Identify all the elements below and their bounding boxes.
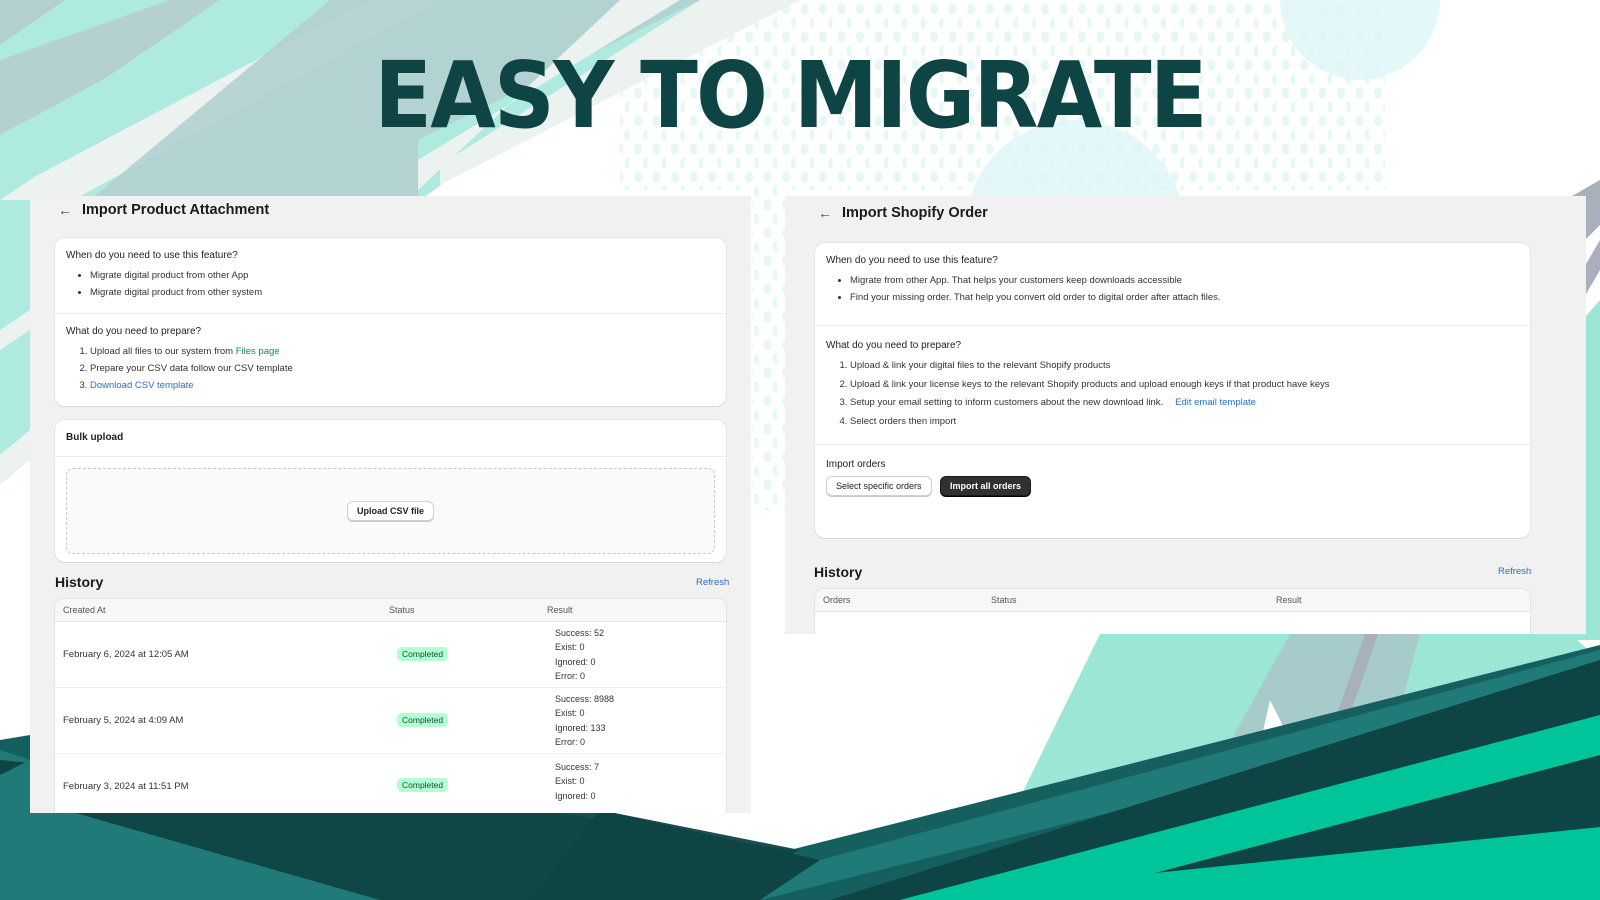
import-orders-title: Import orders xyxy=(826,459,886,470)
table-header: Created At Status Result xyxy=(55,599,726,622)
arrow-left-icon[interactable]: ← xyxy=(58,202,72,218)
info-card: When do you need to use this feature? Mi… xyxy=(815,243,1530,538)
info-card: When do you need to use this feature? Mi… xyxy=(55,238,726,406)
csv-dropzone[interactable]: Upload CSV file xyxy=(66,468,715,554)
status-badge: Completed xyxy=(397,713,449,727)
page-title: Import Product Attachment xyxy=(82,202,270,218)
result-cell: Success: 7 Exist: 0 Ignored: 0 xyxy=(555,762,600,801)
result-cell: Success: 52 Exist: 0 Ignored: 0 Error: 0 xyxy=(555,627,605,681)
headline: EASY TO MIGRATE xyxy=(374,42,1207,149)
prepare-step: Upload & link your digital files to the … xyxy=(850,357,1519,376)
when-title: When do you need to use this feature? xyxy=(826,255,998,266)
prepare-section: What do you need to prepare? Upload & li… xyxy=(815,326,1530,445)
select-specific-orders-button[interactable]: Select specific orders xyxy=(826,476,932,496)
column-header: Result xyxy=(1276,595,1302,605)
column-header: Result xyxy=(547,605,573,615)
edit-email-template-link[interactable]: Edit email template xyxy=(1175,397,1256,408)
table-header: Orders Status Result xyxy=(815,589,1530,612)
page-title: Import Shopify Order xyxy=(842,205,988,221)
import-all-orders-button[interactable]: Import all orders xyxy=(940,476,1032,496)
prepare-step: Setup your email setting to inform custo… xyxy=(850,394,1519,413)
table-row[interactable]: February 6, 2024 at 12:05 AM Completed S… xyxy=(55,622,726,688)
page-header: ← Import Product Attachment xyxy=(58,202,269,218)
column-header: Created At xyxy=(63,605,106,615)
prepare-title: What do you need to prepare? xyxy=(66,326,202,337)
refresh-link[interactable]: Refresh xyxy=(1498,566,1531,577)
import-shopify-order-panel: ← Import Shopify Order When do you need … xyxy=(785,196,1586,634)
table-row[interactable]: February 5, 2024 at 4:09 AM Completed Su… xyxy=(55,688,726,754)
history-title: History xyxy=(55,574,104,590)
download-csv-template-link[interactable]: Download CSV template xyxy=(90,380,194,391)
prepare-step: Prepare your CSV data follow our CSV tem… xyxy=(90,360,715,377)
dot-pattern-side xyxy=(752,190,788,510)
page-header: ← Import Shopify Order xyxy=(818,205,988,221)
created-at: February 5, 2024 at 4:09 AM xyxy=(63,715,184,726)
column-header: Status xyxy=(389,605,415,615)
when-item: Migrate digital product from other App xyxy=(90,267,715,284)
column-header: Status xyxy=(991,595,1017,605)
history-table: Orders Status Result xyxy=(815,589,1530,634)
import-product-attachment-panel: ← Import Product Attachment When do you … xyxy=(30,196,751,813)
when-section: When do you need to use this feature? Mi… xyxy=(815,243,1530,326)
when-title: When do you need to use this feature? xyxy=(66,250,238,261)
upload-csv-button[interactable]: Upload CSV file xyxy=(346,501,434,521)
refresh-link[interactable]: Refresh xyxy=(696,577,729,588)
column-header: Orders xyxy=(823,595,851,605)
status-badge: Completed xyxy=(397,778,449,792)
bulk-upload-card: Bulk upload Upload CSV file xyxy=(55,420,726,562)
files-page-link[interactable]: Files page xyxy=(236,346,280,357)
bulk-upload-header: Bulk upload xyxy=(55,420,726,457)
table-row[interactable]: February 3, 2024 at 11:51 PM Completed S… xyxy=(55,754,726,813)
prepare-section: What do you need to prepare? Upload all … xyxy=(55,314,726,406)
prepare-step: Upload & link your license keys to the r… xyxy=(850,376,1519,395)
arrow-left-icon[interactable]: ← xyxy=(818,205,832,221)
prepare-title: What do you need to prepare? xyxy=(826,340,962,351)
bulk-upload-title: Bulk upload xyxy=(66,432,124,443)
prepare-step: Upload all files to our system from File… xyxy=(90,343,715,360)
when-item: Find your missing order. That help you c… xyxy=(850,289,1519,306)
import-orders-section: Import orders Select specific orders Imp… xyxy=(815,445,1530,508)
prepare-step: Select orders then import xyxy=(850,413,1519,432)
prepare-step: Download CSV template xyxy=(90,377,715,394)
created-at: February 3, 2024 at 11:51 PM xyxy=(63,781,189,792)
history-title: History xyxy=(814,564,863,580)
result-cell: Success: 8988 Exist: 0 Ignored: 133 Erro… xyxy=(555,693,615,747)
when-section: When do you need to use this feature? Mi… xyxy=(55,238,726,314)
status-badge: Completed xyxy=(397,647,449,661)
created-at: February 6, 2024 at 12:05 AM xyxy=(63,649,189,660)
when-item: Migrate from other App. That helps your … xyxy=(850,272,1519,289)
when-item: Migrate digital product from other syste… xyxy=(90,284,715,301)
history-table: Created At Status Result February 6, 202… xyxy=(55,599,726,813)
